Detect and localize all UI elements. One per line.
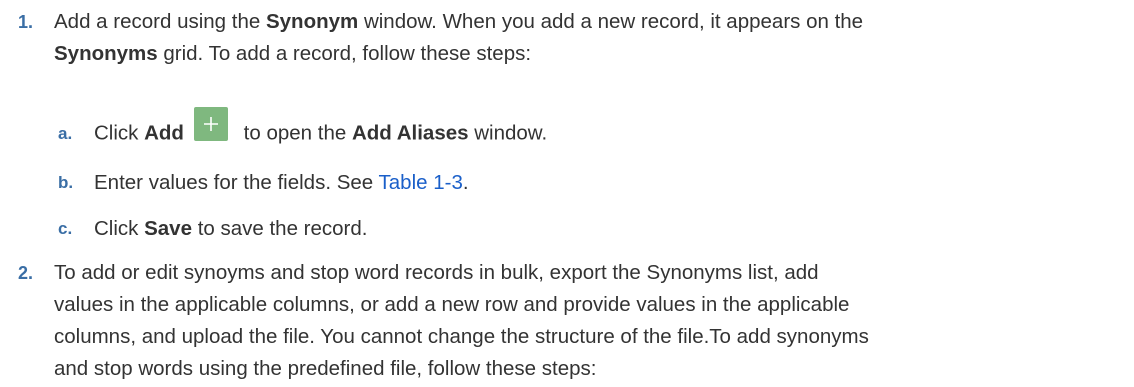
text: to open the	[237, 121, 352, 145]
text: window.	[468, 121, 548, 145]
text: Click	[94, 217, 145, 240]
bold-term-save: Save	[144, 217, 192, 240]
step-2-text: To add or edit synoyms and stop word rec…	[54, 257, 1128, 385]
text: .	[462, 171, 469, 194]
substep-letter: c.	[58, 219, 73, 238]
text: grid. To add a record, follow these step…	[157, 42, 532, 65]
step-number: 1.	[18, 12, 34, 32]
text: Enter values for the fields. See	[94, 171, 379, 194]
text-line: To add or edit synoyms and stop word rec…	[54, 261, 819, 284]
document: 1. Add a record using the Synonym window…	[0, 0, 1134, 387]
text-line: columns, and upload the file. You cannot…	[54, 325, 869, 348]
text: Click	[94, 121, 145, 145]
substep-c: c. Click Save to save the record.	[58, 213, 1118, 245]
step-2: 2. To add or edit synoyms and stop word …	[18, 257, 1128, 385]
table-link[interactable]: Table 1-3	[379, 171, 463, 194]
substep-a: a. Click Add to open the Add Aliases win…	[58, 107, 1118, 151]
substep-letter: b.	[58, 173, 74, 192]
text: window. When you add a new record, it ap…	[358, 10, 864, 33]
bold-term-add-aliases: Add Aliases	[351, 121, 469, 145]
substep-b: b. Enter values for the fields. See Tabl…	[58, 167, 1118, 199]
plus-icon	[203, 117, 218, 131]
bold-term-synonyms: Synonyms	[54, 42, 158, 65]
text-line: and stop words using the predefined file…	[54, 357, 597, 380]
step-number: 2.	[18, 263, 34, 283]
step-1-text: Add a record using the Synonym window. W…	[54, 6, 1128, 70]
bold-term-synonym: Synonym	[265, 10, 359, 33]
bold-term-add: Add	[144, 121, 184, 145]
step-1: 1. Add a record using the Synonym window…	[18, 6, 1128, 70]
text: to save the record.	[192, 217, 368, 240]
add-button[interactable]	[193, 107, 228, 141]
text: Add a record using the	[54, 10, 266, 33]
text-line: values in the applicable columns, or add…	[54, 293, 850, 316]
substep-letter: a.	[58, 124, 73, 143]
